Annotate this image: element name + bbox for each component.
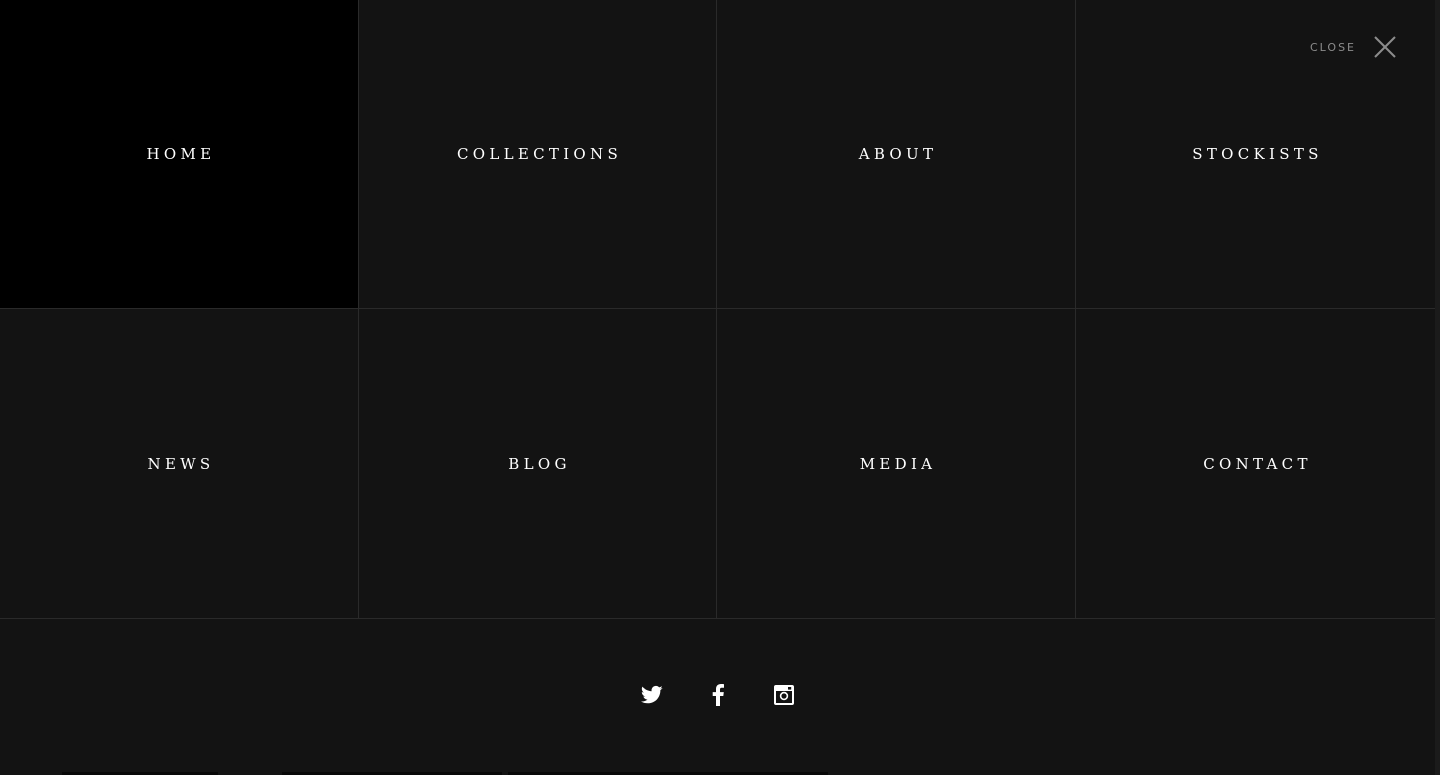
menu-item-contact[interactable]: CONTACT: [1076, 309, 1435, 619]
instagram-icon: [773, 685, 794, 705]
menu-item-media[interactable]: MEDIA: [717, 309, 1076, 619]
facebook-link[interactable]: [707, 684, 729, 706]
menu-item-label: ABOUT: [858, 145, 938, 163]
twitter-link[interactable]: [640, 684, 663, 706]
close-button[interactable]: CLOSE: [1310, 34, 1398, 60]
menu-item-news[interactable]: NEWS: [0, 309, 359, 619]
instagram-link[interactable]: [773, 684, 795, 706]
menu-item-blog[interactable]: BLOG: [359, 309, 717, 619]
menu-item-home[interactable]: HOME: [0, 0, 359, 309]
menu-item-label: STOCKISTS: [1192, 145, 1323, 163]
menu-item-label: CONTACT: [1203, 454, 1312, 473]
menu-item-collections[interactable]: COLLECTIONS: [359, 0, 717, 309]
menu-item-label: MEDIA: [859, 454, 937, 473]
twitter-icon: [640, 685, 663, 704]
menu-overlay: HOME COLLECTIONS ABOUT STOCKISTS NEWS BL…: [0, 0, 1435, 775]
menu-item-label: NEWS: [147, 454, 215, 473]
menu-item-about[interactable]: ABOUT: [717, 0, 1076, 309]
close-label: CLOSE: [1310, 40, 1357, 54]
menu-item-label: COLLECTIONS: [456, 145, 623, 163]
facebook-icon: [712, 684, 724, 706]
scrollbar-gutter: [1435, 0, 1440, 775]
menu-grid: HOME COLLECTIONS ABOUT STOCKISTS NEWS BL…: [0, 0, 1435, 619]
menu-item-label: BLOG: [508, 454, 571, 473]
close-icon: [1374, 36, 1396, 58]
social-links: [0, 684, 1435, 710]
menu-item-label: HOME: [146, 145, 216, 163]
